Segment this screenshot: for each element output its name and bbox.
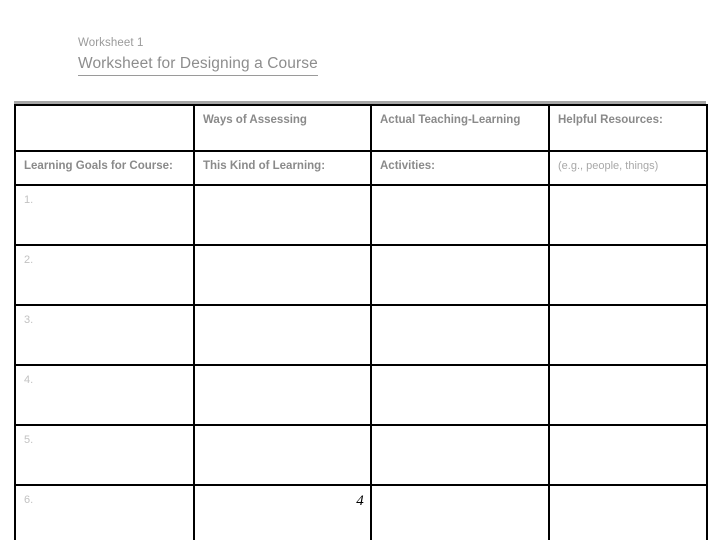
resources-entry-cell[interactable] — [548, 184, 708, 246]
assessing-entry-cell[interactable] — [193, 184, 372, 246]
slide-canvas: Worksheet 1 Worksheet for Designing a Co… — [0, 0, 720, 540]
goal-number-cell[interactable]: 6. — [14, 484, 195, 540]
table-row: 2. — [14, 244, 708, 306]
header-cell-assessing-bottom: This Kind of Learning: — [193, 150, 372, 186]
goal-number-label: 4. — [24, 374, 34, 386]
assessing-entry-cell[interactable] — [193, 484, 372, 540]
activities-entry-cell[interactable] — [370, 424, 550, 486]
goal-number-cell[interactable]: 3. — [14, 304, 195, 366]
table-row: 1. — [14, 184, 708, 246]
worksheet-kicker: Worksheet 1 — [78, 37, 144, 49]
goal-number-cell[interactable]: 2. — [14, 244, 195, 306]
table-row: 5. — [14, 424, 708, 486]
header-label-resources-examples: (e.g., people, things) — [558, 160, 659, 172]
goal-number-label: 3. — [24, 314, 34, 326]
goal-number-label: 1. — [24, 194, 34, 206]
goal-number-cell[interactable]: 4. — [14, 364, 195, 426]
goal-number-label: 6. — [24, 494, 34, 506]
assessing-entry-cell[interactable] — [193, 244, 372, 306]
assessing-entry-cell[interactable] — [193, 424, 372, 486]
resources-entry-cell[interactable] — [548, 304, 708, 366]
header-cell-teaching-bottom: Activities: — [370, 150, 550, 186]
worksheet-table: Ways of Assessing Actual Teaching-Learni… — [14, 104, 708, 540]
activities-entry-cell[interactable] — [370, 364, 550, 426]
header-label-ways-of-assessing: Ways of Assessing — [203, 114, 307, 126]
header-label-activities: Activities: — [380, 160, 435, 172]
header-cell-goals-bottom: Learning Goals for Course: — [14, 150, 195, 186]
header-cell-resources-bottom: (e.g., people, things) — [548, 150, 708, 186]
table-header-row-top: Ways of Assessing Actual Teaching-Learni… — [14, 104, 708, 152]
table-header-row-bottom: Learning Goals for Course: This Kind of … — [14, 150, 708, 186]
header-label-this-kind-of-learning: This Kind of Learning: — [203, 160, 326, 172]
header-cell-teaching-top: Actual Teaching-Learning — [370, 104, 550, 152]
activities-entry-cell[interactable] — [370, 184, 550, 246]
header-label-actual-teaching-learning: Actual Teaching-Learning — [380, 114, 521, 126]
assessing-entry-cell[interactable] — [193, 304, 372, 366]
goal-number-label: 2. — [24, 254, 34, 266]
header-label-learning-goals-for-course: Learning Goals for Course: — [24, 160, 173, 172]
goal-number-cell[interactable]: 5. — [14, 424, 195, 486]
table-row: 6. — [14, 484, 708, 540]
title-block: Worksheet 1 Worksheet for Designing a Co… — [78, 36, 638, 76]
header-label-helpful-resources: Helpful Resources: — [558, 114, 663, 126]
activities-entry-cell[interactable] — [370, 484, 550, 540]
goal-number-cell[interactable]: 1. — [14, 184, 195, 246]
resources-entry-cell[interactable] — [548, 484, 708, 540]
goal-number-label: 5. — [24, 434, 34, 446]
resources-entry-cell[interactable] — [548, 244, 708, 306]
page-title: Worksheet for Designing a Course — [78, 54, 318, 76]
table-row: 3. — [14, 304, 708, 366]
worksheet-table-wrap: Ways of Assessing Actual Teaching-Learni… — [14, 101, 708, 540]
header-cell-goals-top — [14, 104, 195, 152]
activities-entry-cell[interactable] — [370, 244, 550, 306]
assessing-entry-cell[interactable] — [193, 364, 372, 426]
table-row: 4. — [14, 364, 708, 426]
header-cell-resources-top: Helpful Resources: — [548, 104, 708, 152]
header-cell-assessing-top: Ways of Assessing — [193, 104, 372, 152]
resources-entry-cell[interactable] — [548, 364, 708, 426]
resources-entry-cell[interactable] — [548, 424, 708, 486]
activities-entry-cell[interactable] — [370, 304, 550, 366]
